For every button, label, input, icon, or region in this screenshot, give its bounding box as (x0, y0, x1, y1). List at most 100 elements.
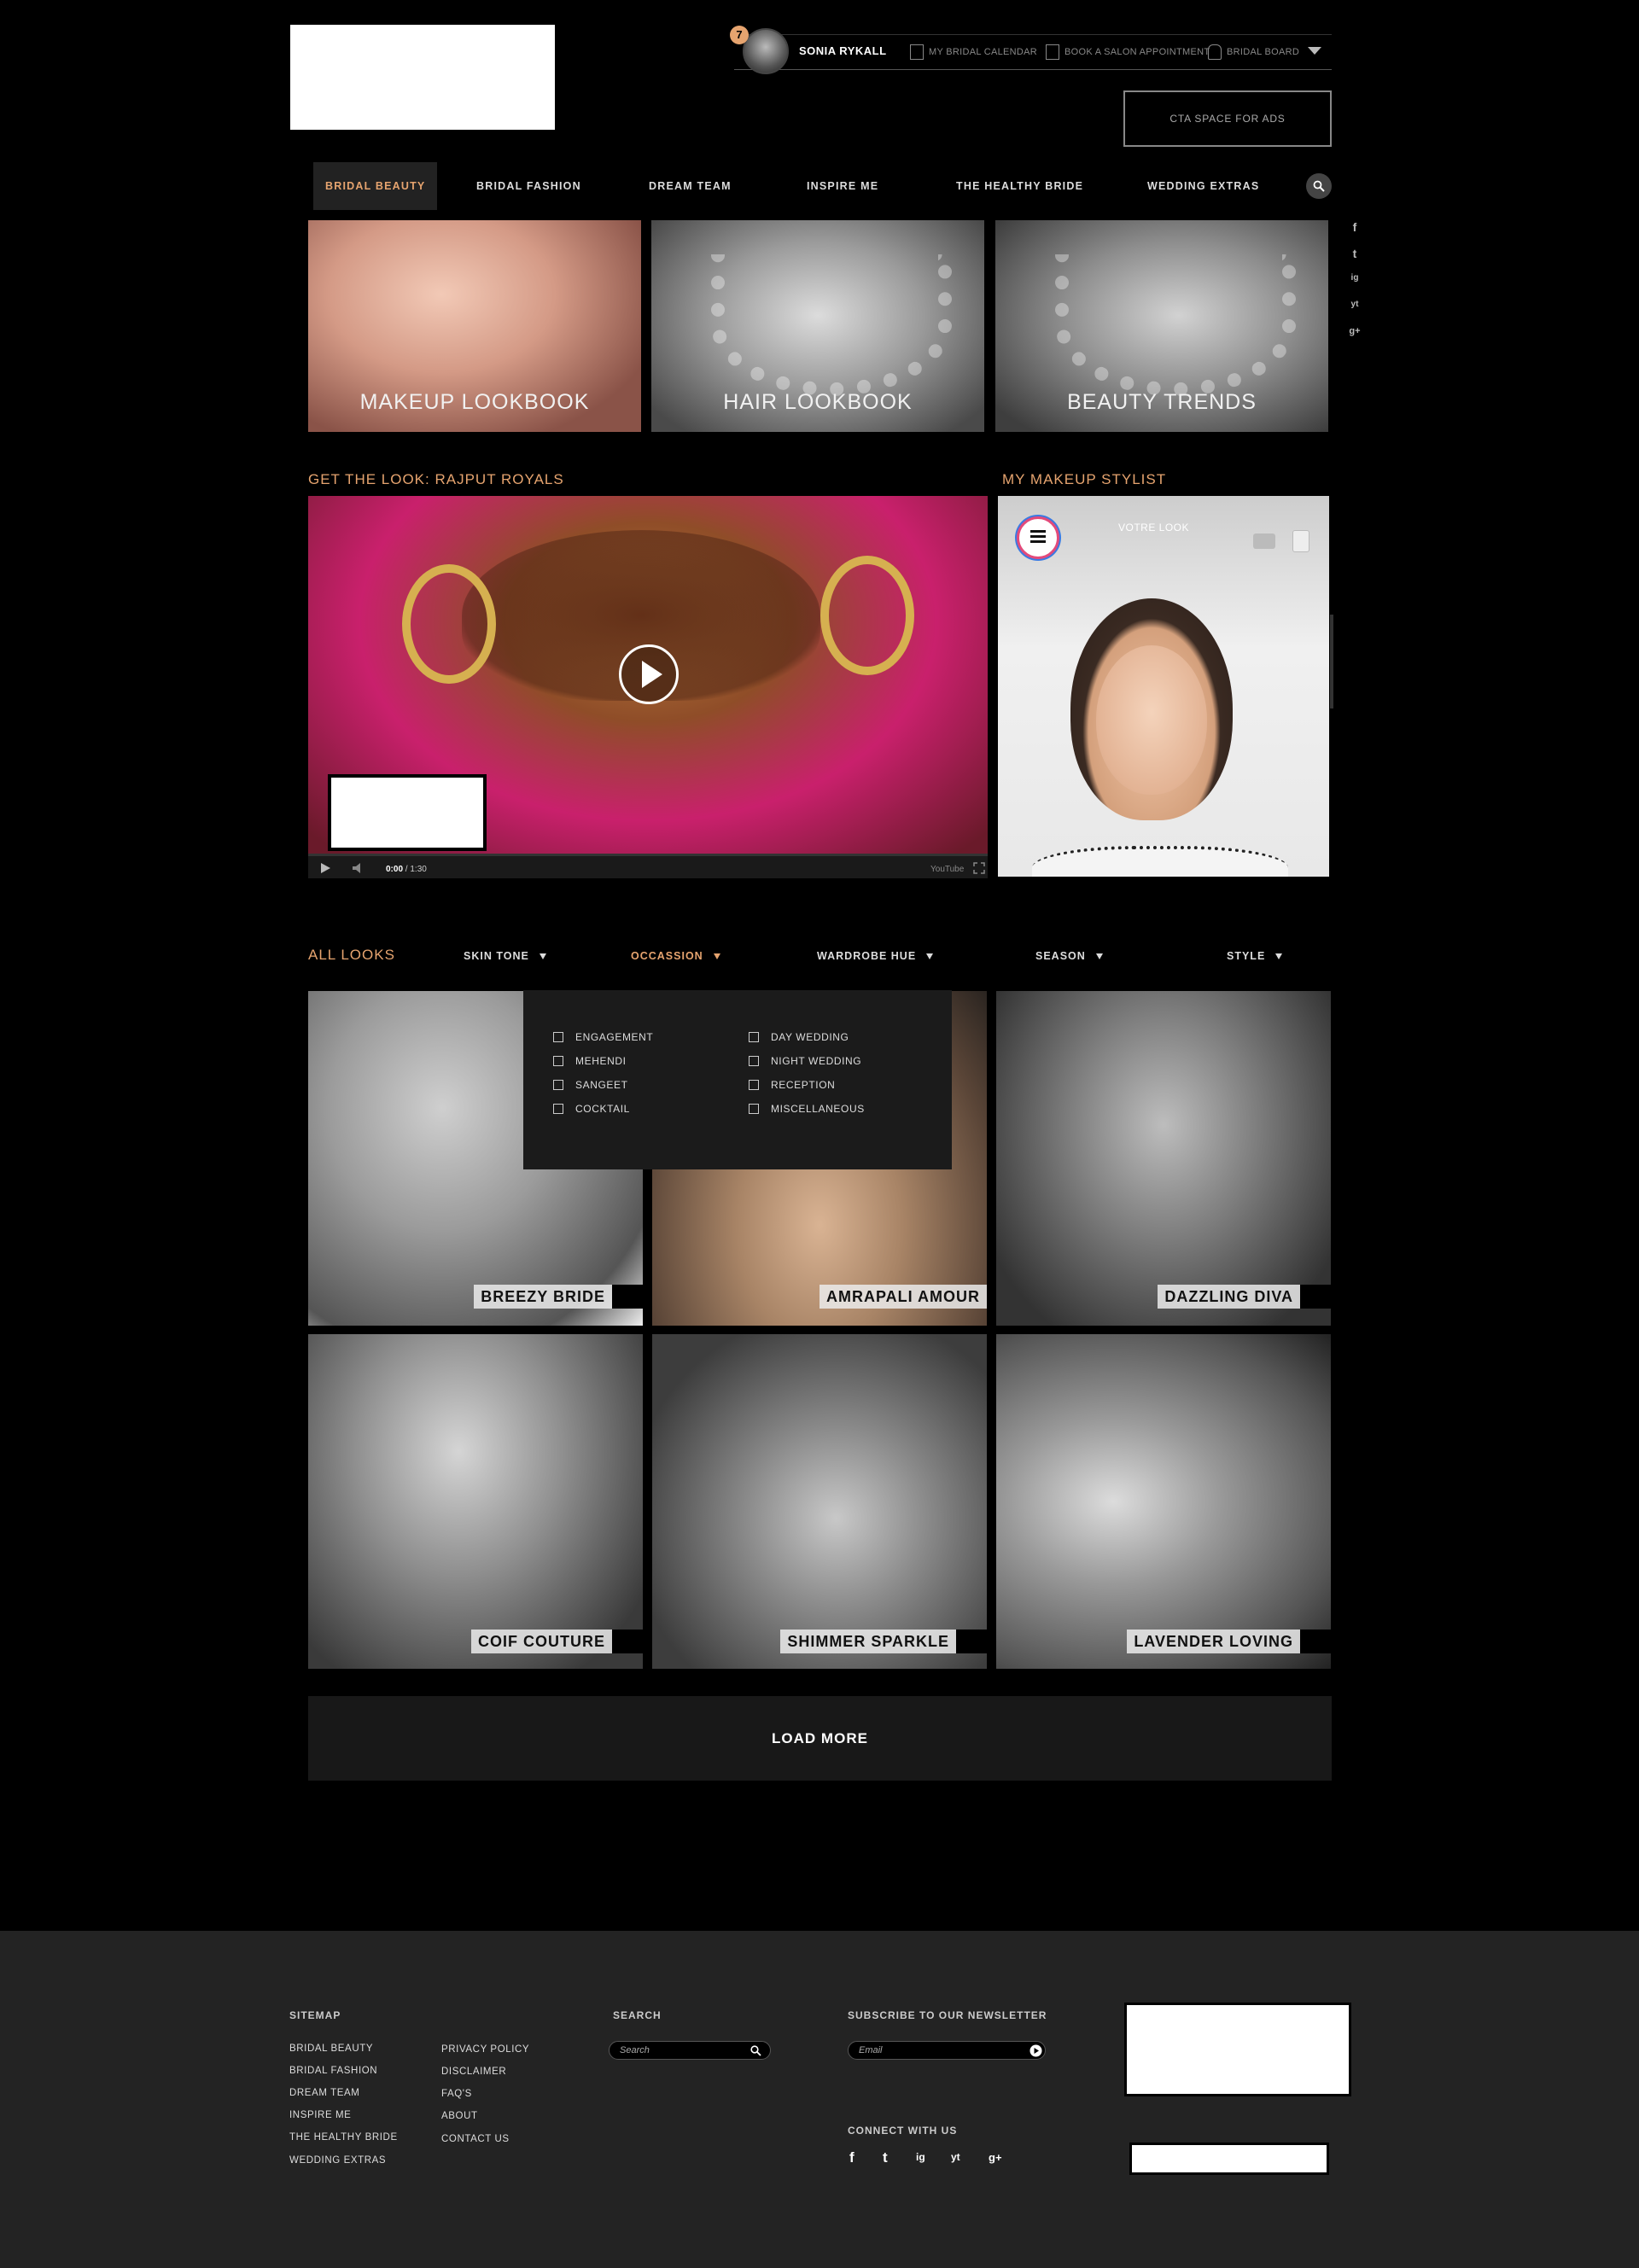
footer-search-input[interactable]: Search (609, 2041, 771, 2060)
look-tile-shimmer-sparkle[interactable]: SHIMMER SPARKLE (652, 1334, 987, 1669)
look-title: DAZZLING DIVA (1158, 1285, 1300, 1309)
search-icon (1313, 180, 1325, 192)
google-plus-icon[interactable]: g+ (989, 2151, 1002, 2164)
footer-link-bridal-beauty[interactable]: BRIDAL BEAUTY (289, 2044, 373, 2054)
caret-down-icon (926, 953, 934, 960)
footer-link-inspire-me[interactable]: INSPIRE ME (289, 2110, 351, 2120)
nav-healthy-bride[interactable]: THE HEALTHY BRIDE (956, 162, 1083, 210)
nav-inspire-me[interactable]: INSPIRE ME (807, 162, 878, 210)
menu-icon[interactable] (1017, 516, 1059, 559)
option-miscellaneous[interactable]: MISCELLANEOUS (749, 1103, 865, 1115)
video-section-title: GET THE LOOK: RAJPUT ROYALS (308, 471, 564, 487)
nav-bridal-beauty[interactable]: BRIDAL BEAUTY (313, 162, 438, 210)
play-icon[interactable] (619, 644, 679, 704)
card-label: BEAUTY TRENDS (1067, 390, 1257, 414)
my-bridal-calendar-link[interactable]: MY BRIDAL CALENDAR (910, 44, 1037, 60)
filter-skin-tone[interactable]: SKIN TONE (464, 950, 546, 962)
calendar-icon (1046, 44, 1059, 60)
checkbox[interactable] (749, 1056, 759, 1066)
filter-wardrobe-hue[interactable]: WARDROBE HUE (817, 950, 934, 962)
instagram-icon[interactable]: ig (916, 2151, 925, 2163)
chevron-down-icon[interactable] (1308, 47, 1321, 55)
occasion-dropdown: ENGAGEMENT MEHENDI SANGEET COCKTAIL DAY … (523, 990, 952, 1169)
filter-style[interactable]: STYLE (1227, 950, 1283, 962)
facebook-icon[interactable]: f (849, 2149, 854, 2166)
shopping-bag-icon[interactable] (1292, 530, 1309, 552)
option-day-wedding[interactable]: DAY WEDDING (749, 1031, 849, 1043)
option-night-wedding[interactable]: NIGHT WEDDING (749, 1055, 861, 1067)
search-icon[interactable] (750, 2045, 761, 2056)
filter-occasion[interactable]: OCCASSION (631, 950, 720, 962)
cta-ad-space[interactable]: CTA SPACE FOR ADS (1123, 90, 1332, 147)
book-salon-appointment-link[interactable]: BOOK A SALON APPOINTMENT (1046, 44, 1210, 60)
site-logo[interactable] (290, 25, 555, 130)
checkbox[interactable] (553, 1056, 563, 1066)
look-title: SHIMMER SPARKLE (780, 1630, 956, 1653)
video-thumbnail-placeholder (328, 774, 487, 851)
camera-icon[interactable] (1253, 533, 1275, 549)
bridal-board-link[interactable]: BRIDAL BOARD (1208, 44, 1299, 60)
scrollbar[interactable] (1330, 615, 1333, 708)
search-button[interactable] (1306, 173, 1332, 199)
twitter-icon[interactable]: t (883, 2149, 888, 2166)
makeup-lookbook-card[interactable]: MAKEUP LOOKBOOK (308, 220, 641, 432)
calendar-edit-icon (910, 44, 924, 60)
fullscreen-icon[interactable] (973, 862, 985, 874)
footer-link-privacy[interactable]: PRIVACY POLICY (441, 2044, 529, 2055)
youtube-icon[interactable]: yt (951, 2151, 960, 2163)
footer-search-title: SEARCH (613, 2009, 662, 2021)
checkbox[interactable] (749, 1080, 759, 1090)
checkbox[interactable] (553, 1032, 563, 1042)
footer-link-healthy-bride[interactable]: THE HEALTHY BRIDE (289, 2132, 398, 2143)
footer-link-bridal-fashion[interactable]: BRIDAL FASHION (289, 2066, 377, 2076)
footer-link-dream-team[interactable]: DREAM TEAM (289, 2088, 359, 2098)
avatar[interactable] (743, 28, 789, 74)
option-engagement[interactable]: ENGAGEMENT (553, 1031, 653, 1043)
beauty-trends-card[interactable]: BEAUTY TRENDS (995, 220, 1328, 432)
option-sangeet[interactable]: SANGEET (553, 1079, 628, 1091)
checkbox[interactable] (553, 1104, 563, 1114)
votre-look-label: VOTRE LOOK (1118, 522, 1190, 533)
instagram-icon[interactable]: ig (1345, 273, 1364, 300)
footer-link-disclaimer[interactable]: DISCLAIMER (441, 2067, 506, 2077)
look-title: LAVENDER LOVING (1127, 1630, 1300, 1653)
option-mehendi[interactable]: MEHENDI (553, 1055, 627, 1067)
facebook-icon[interactable]: f (1345, 220, 1364, 247)
filter-season[interactable]: SEASON (1035, 950, 1103, 962)
footer-link-faqs[interactable]: FAQ'S (441, 2089, 472, 2099)
notification-badge[interactable]: 7 (730, 26, 749, 44)
submit-arrow-icon[interactable] (1029, 2044, 1042, 2057)
footer-link-about[interactable]: ABOUT (441, 2111, 478, 2121)
google-plus-icon[interactable]: g+ (1345, 326, 1364, 353)
look-tile-coif-couture[interactable]: COIF COUTURE (308, 1334, 643, 1669)
newsletter-email-input[interactable]: Email (848, 2041, 1046, 2060)
checkbox[interactable] (553, 1080, 563, 1090)
user-name[interactable]: SONIA RYKALL (799, 44, 887, 57)
all-looks-title[interactable]: ALL LOOKS (308, 947, 395, 964)
hair-lookbook-card[interactable]: HAIR LOOKBOOK (651, 220, 984, 432)
footer-link-wedding-extras[interactable]: WEDDING EXTRAS (289, 2155, 386, 2166)
footer-link-contact[interactable]: CONTACT US (441, 2134, 510, 2144)
look-tile-dazzling-diva[interactable]: DAZZLING DIVA (996, 991, 1331, 1326)
video-time: 0:00 / 1:30 (386, 865, 427, 874)
play-small-icon[interactable] (319, 862, 331, 874)
youtube-logo[interactable]: YouTube (930, 865, 964, 874)
youtube-icon[interactable]: yt (1345, 300, 1364, 326)
load-more-button[interactable]: LOAD MORE (308, 1696, 1332, 1781)
twitter-icon[interactable]: t (1345, 247, 1364, 273)
option-reception[interactable]: RECEPTION (749, 1079, 835, 1091)
checkbox[interactable] (749, 1032, 759, 1042)
nav-dream-team[interactable]: DREAM TEAM (649, 162, 732, 210)
option-cocktail[interactable]: COCKTAIL (553, 1103, 630, 1115)
look-title: COIF COUTURE (471, 1630, 612, 1653)
footer-ad-placeholder (1124, 2003, 1351, 2096)
look-tile-lavender-loving[interactable]: LAVENDER LOVING (996, 1334, 1331, 1669)
nav-wedding-extras[interactable]: WEDDING EXTRAS (1147, 162, 1259, 210)
lock-icon (1208, 44, 1222, 60)
volume-icon[interactable] (352, 862, 365, 874)
nav-bridal-fashion[interactable]: BRIDAL FASHION (476, 162, 581, 210)
card-label: HAIR LOOKBOOK (723, 390, 913, 414)
occasion-filter-tab (611, 933, 738, 992)
card-label: MAKEUP LOOKBOOK (359, 390, 590, 414)
checkbox[interactable] (749, 1104, 759, 1114)
